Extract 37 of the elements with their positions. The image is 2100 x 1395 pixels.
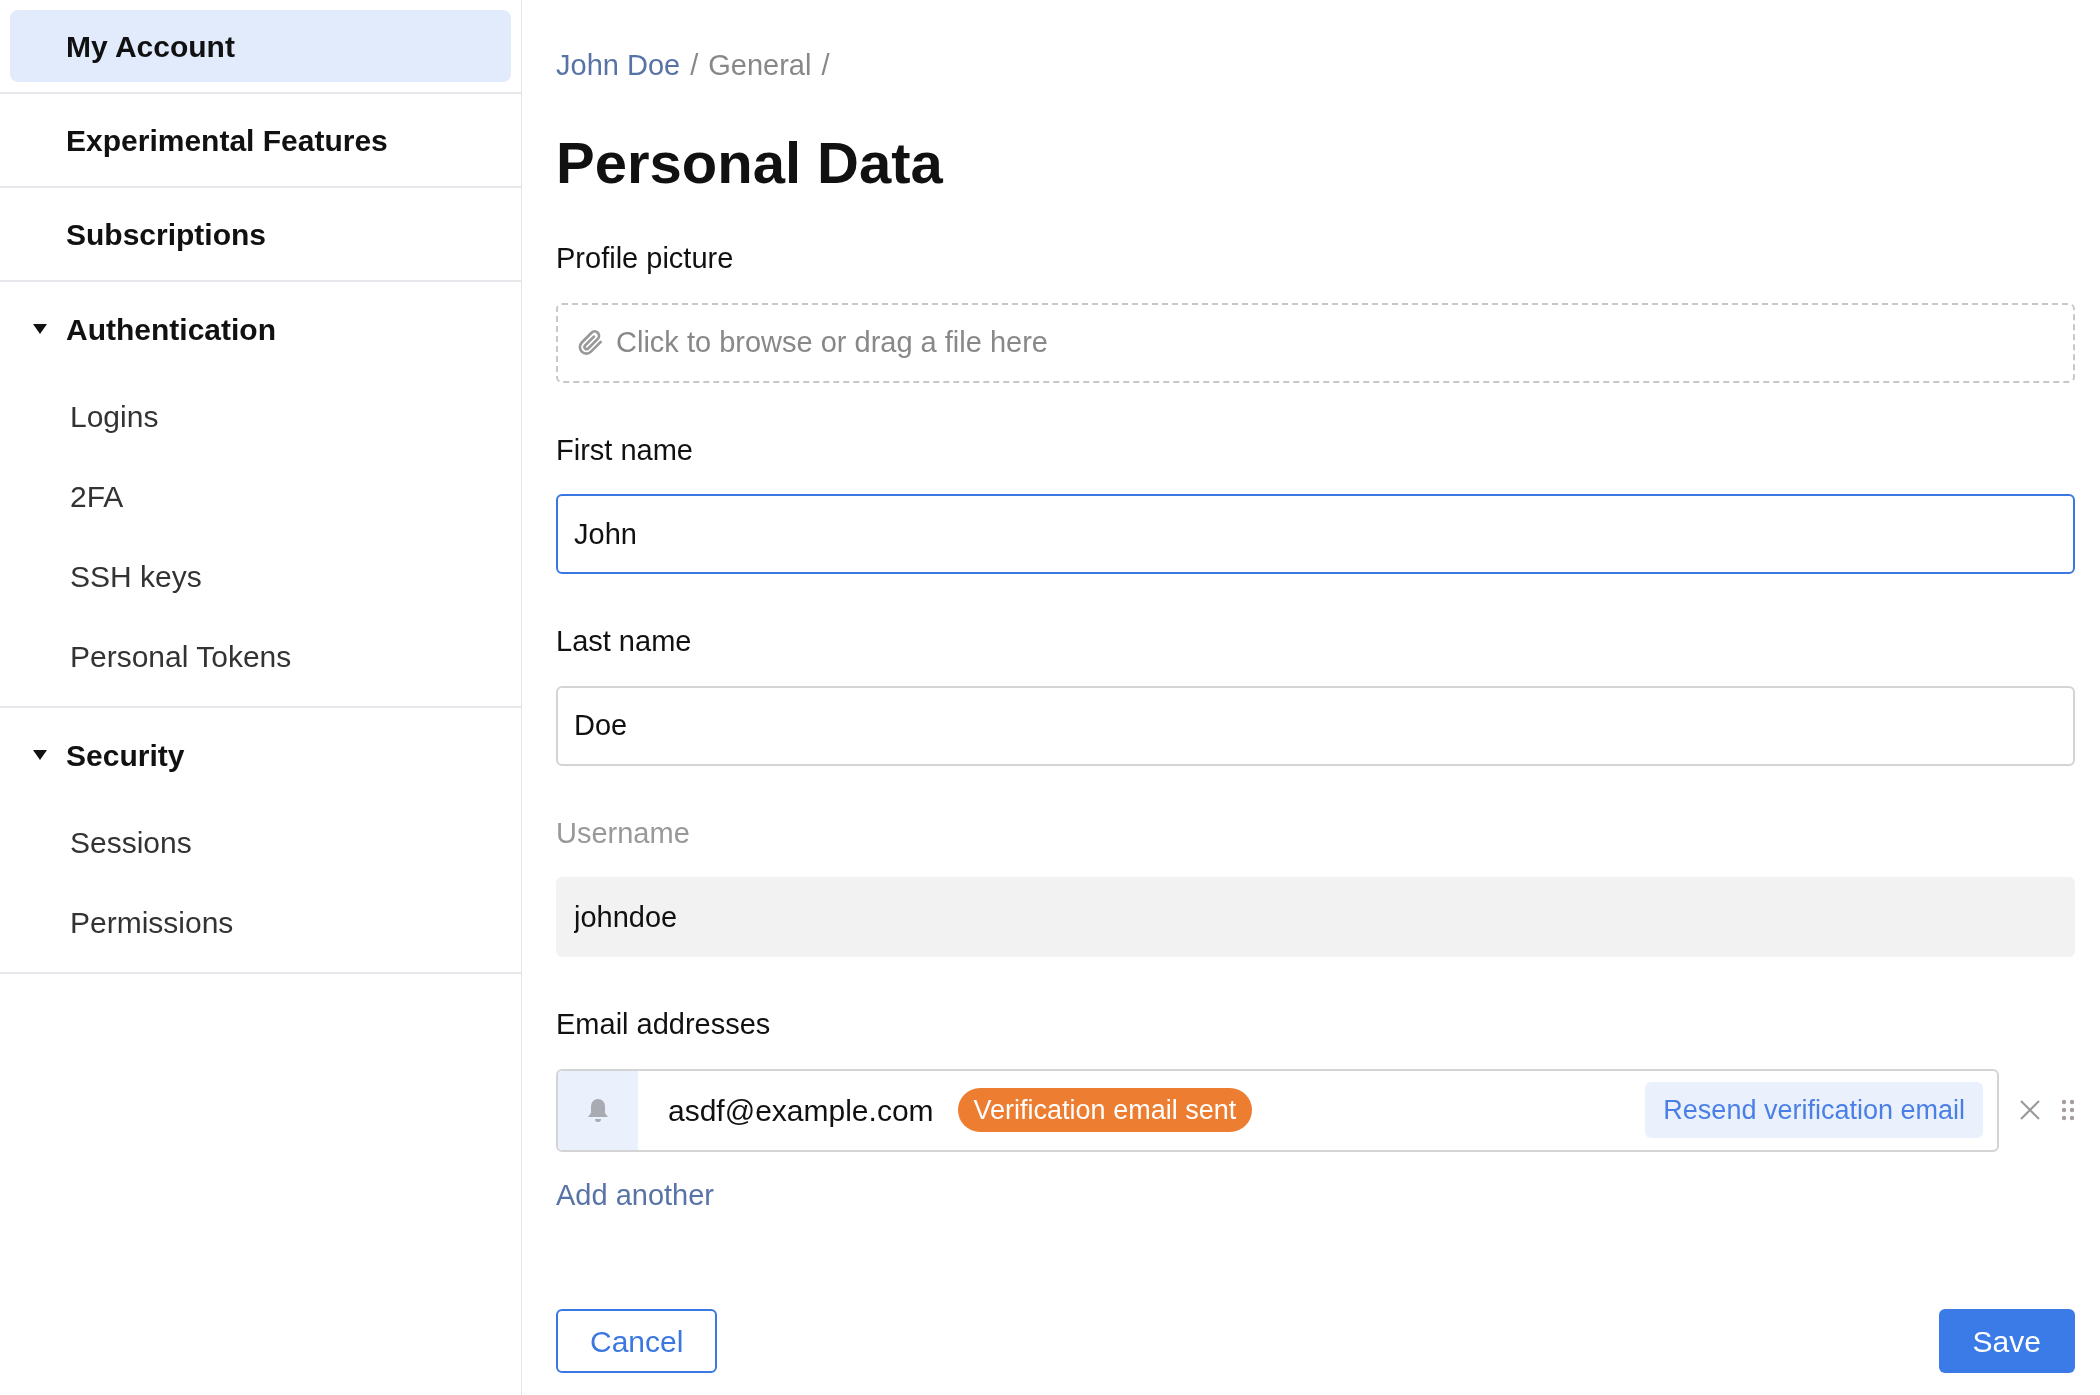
breadcrumb-separator: /: [690, 48, 699, 83]
breadcrumb-link[interactable]: John Doe: [556, 44, 681, 88]
status-badge: Verification email sent: [957, 1087, 1253, 1133]
text-input[interactable]: Doe: [556, 685, 2075, 766]
dropzone-hint: Click to browse or drag a file here: [616, 324, 1048, 360]
sidebar-subitem[interactable]: Permissions: [0, 882, 521, 962]
text-input[interactable]: John: [556, 494, 2075, 575]
caret-icon: [32, 323, 48, 335]
sidebar-group-toggle[interactable]: Authentication: [0, 282, 276, 376]
drag-handle-icon[interactable]: [2061, 1099, 2075, 1122]
breadcrumb-link[interactable]: General: [708, 44, 812, 88]
caret-icon: [32, 749, 48, 761]
sidebar-subitem[interactable]: Sessions: [0, 802, 521, 882]
notification-toggle[interactable]: [558, 1070, 638, 1150]
breadcrumb-separator: /: [821, 48, 830, 83]
email-address: asdf@example.com: [668, 1092, 934, 1129]
sidebar-item[interactable]: Experimental Features: [10, 104, 511, 176]
sidebar-item[interactable]: My Account: [10, 10, 511, 82]
save-button[interactable]: Save: [1938, 1309, 2075, 1373]
bell-icon: [586, 1097, 610, 1124]
sidebar-item[interactable]: Subscriptions: [10, 198, 511, 270]
sidebar-subitem[interactable]: Logins: [0, 376, 521, 456]
paperclip-icon: [578, 329, 604, 356]
sidebar-group-toggle[interactable]: Security: [0, 708, 185, 802]
field-label: Last name: [556, 624, 693, 660]
sidebar-subitem[interactable]: SSH keys: [0, 536, 521, 616]
field-label: Username: [556, 815, 691, 851]
sidebar-subitem[interactable]: 2FA: [0, 456, 521, 536]
cancel-button[interactable]: Cancel: [556, 1309, 718, 1373]
field-label: Email addresses: [556, 1007, 772, 1043]
field-label: Profile picture: [556, 241, 735, 277]
add-email-link[interactable]: Add another: [556, 1173, 2075, 1218]
page-title: Personal Data: [556, 128, 944, 197]
field-label: First name: [556, 432, 694, 468]
file-dropzone[interactable]: Click to browse or drag a file here: [556, 302, 2075, 383]
close-icon[interactable]: [2019, 1099, 2041, 1122]
sidebar-subitem[interactable]: Personal Tokens: [0, 616, 521, 696]
